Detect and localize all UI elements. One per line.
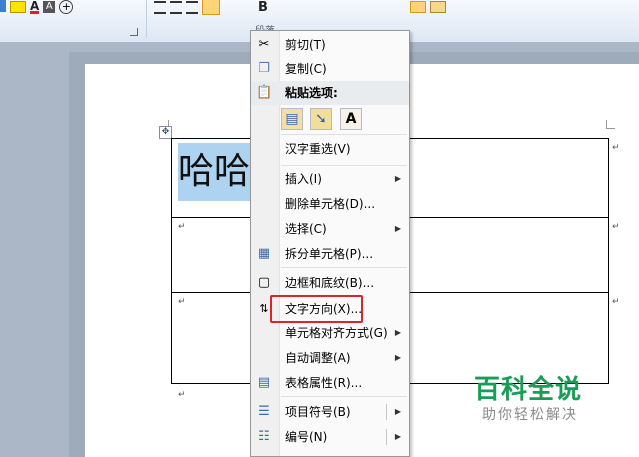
enclose-char-icon[interactable]: + <box>59 0 74 14</box>
menu-item-cut[interactable]: ✂ 剪切(T) <box>251 33 409 57</box>
menu-item-split-cells[interactable]: ▦ 拆分单元格(P)... <box>251 242 409 266</box>
menu-item-numbering[interactable]: ☷ 编号(N) ▶ <box>251 425 409 449</box>
copy-icon: ❐ <box>258 61 270 76</box>
menu-separator <box>281 165 407 166</box>
watermark-title: 百科全说 <box>474 375 583 405</box>
submenu-arrow-icon: ▶ <box>394 328 401 337</box>
menu-item-delete-cells[interactable]: 删除单元格(D)... <box>251 192 409 216</box>
split-button-separator <box>386 429 387 445</box>
align-center-icon[interactable] <box>170 0 182 14</box>
menu-item-paste-options: 📋 粘贴选项: <box>251 81 409 105</box>
bold-icon[interactable]: B <box>258 0 268 15</box>
menu-separator <box>281 134 407 135</box>
watermark-subtitle: 助你轻松解决 <box>482 407 578 423</box>
paste-text-only-button[interactable]: A <box>340 108 362 130</box>
dialog-launcher-icon[interactable] <box>130 28 138 36</box>
scissors-icon: ✂ <box>258 37 270 52</box>
context-menu: ✂ 剪切(T) ❐ 复制(C) 📋 粘贴选项: ▤ ➘ A 汉字重选(V) 插入… <box>250 30 410 457</box>
menu-separator <box>281 396 407 397</box>
char-shading-icon[interactable]: A <box>43 1 56 13</box>
align-left-icon[interactable] <box>154 0 166 14</box>
menu-item-bullets[interactable]: ☰ 项目符号(B) ▶ <box>251 400 409 424</box>
numbering-icon: ☷ <box>258 429 270 444</box>
highlight-icon[interactable] <box>10 1 26 13</box>
cell-mark: ↵ <box>178 297 186 307</box>
submenu-arrow-icon: ▶ <box>394 224 401 233</box>
shading-icon[interactable] <box>410 1 426 13</box>
row-end-mark: ↵ <box>612 297 620 307</box>
menu-item-insert[interactable]: 插入(I) ▶ <box>251 167 409 191</box>
menu-item-table-properties[interactable]: ▤ 表格属性(R)... <box>251 371 409 395</box>
font-color-icon[interactable]: A <box>30 0 40 14</box>
align-right-icon[interactable] <box>186 0 198 14</box>
menu-item-cell-alignment[interactable]: 单元格对齐方式(G) ▶ <box>251 321 409 345</box>
paste-arrow-icon: ➘ <box>315 111 327 127</box>
borders-icon: ▢ <box>257 275 271 290</box>
paste-merge-formatting-button[interactable]: ➘ <box>310 108 332 130</box>
cell-mark: ↵ <box>178 222 186 232</box>
highlight-annotation-box <box>270 295 363 323</box>
row-end-mark: ↵ <box>612 222 620 232</box>
split-button-separator <box>386 404 387 420</box>
table-right-border <box>608 138 609 384</box>
paragraph-mark: ↵ <box>178 390 186 400</box>
submenu-arrow-icon: ▶ <box>394 353 401 362</box>
justify-icon[interactable] <box>202 0 220 15</box>
menu-item-select[interactable]: 选择(C) ▶ <box>251 217 409 241</box>
table-properties-icon: ▤ <box>257 375 271 390</box>
menu-item-borders-shading[interactable]: ▢ 边框和底纹(B)... <box>251 271 409 295</box>
split-cells-icon: ▦ <box>257 246 271 261</box>
menu-separator <box>281 267 407 268</box>
ribbon-separator <box>146 0 147 38</box>
text-effect-icon[interactable] <box>0 0 6 12</box>
menu-item-reconvert[interactable]: 汉字重选(V) <box>251 137 409 161</box>
submenu-arrow-icon[interactable]: ▶ <box>395 425 401 449</box>
menu-item-copy[interactable]: ❐ 复制(C) <box>251 57 409 81</box>
row-end-mark: ↵ <box>612 143 620 153</box>
fill-icon[interactable] <box>430 1 446 13</box>
paste-keep-formatting-button[interactable]: ▤ <box>281 108 303 130</box>
bullets-icon: ☰ <box>258 404 270 419</box>
paste-brush-icon: ▤ <box>285 111 299 127</box>
submenu-arrow-icon[interactable]: ▶ <box>395 400 401 424</box>
submenu-arrow-icon: ▶ <box>394 174 401 183</box>
paste-icon: 📋 <box>256 85 273 100</box>
menu-item-autofit[interactable]: 自动调整(A) ▶ <box>251 346 409 370</box>
margin-corner <box>606 120 615 129</box>
